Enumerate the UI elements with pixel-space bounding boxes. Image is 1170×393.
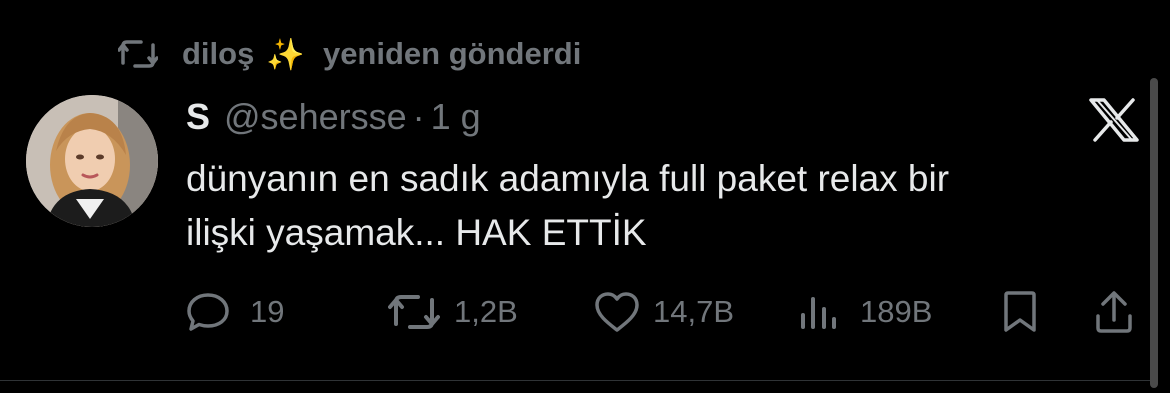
repost-icon [388,295,440,329]
scrollbar[interactable] [1150,78,1158,388]
like-button[interactable]: 14,7B [593,288,734,336]
share-icon [1096,291,1132,333]
sparkle-emoji: ✨ [266,36,305,72]
retweeter-name[interactable]: diloş [182,36,254,72]
retweet-action-label: yeniden gönderdi [322,36,582,71]
user-handle[interactable]: @sehersse [224,96,407,138]
display-name[interactable]: S [186,96,210,138]
repost-icon [118,40,158,68]
repost-button[interactable]: 1,2B [388,288,518,336]
x-logo-icon [1089,98,1139,142]
views-button[interactable]: 189B [798,288,932,336]
retweet-header: diloş ✨ yeniden gönderdi [118,34,581,74]
tweet-text: dünyanın en sadık adamıyla full paket re… [186,158,950,253]
share-button[interactable] [1094,288,1134,336]
views-count: 189B [860,294,933,329]
divider [0,380,1150,381]
reply-button[interactable]: 19 [186,288,284,336]
bookmark-icon [1004,291,1036,332]
repost-count: 1,2B [454,294,518,329]
separator-dot: · [412,96,425,137]
avatar[interactable] [26,95,158,227]
tweet-header: S @sehersse · 1 g [186,94,481,140]
heart-icon [595,292,639,332]
reply-count: 19 [250,294,285,329]
like-count: 14,7B [653,294,735,329]
bookmark-button[interactable] [1000,288,1040,336]
timestamp[interactable]: 1 g [431,96,481,138]
views-icon [801,297,836,329]
reply-icon [187,293,229,331]
